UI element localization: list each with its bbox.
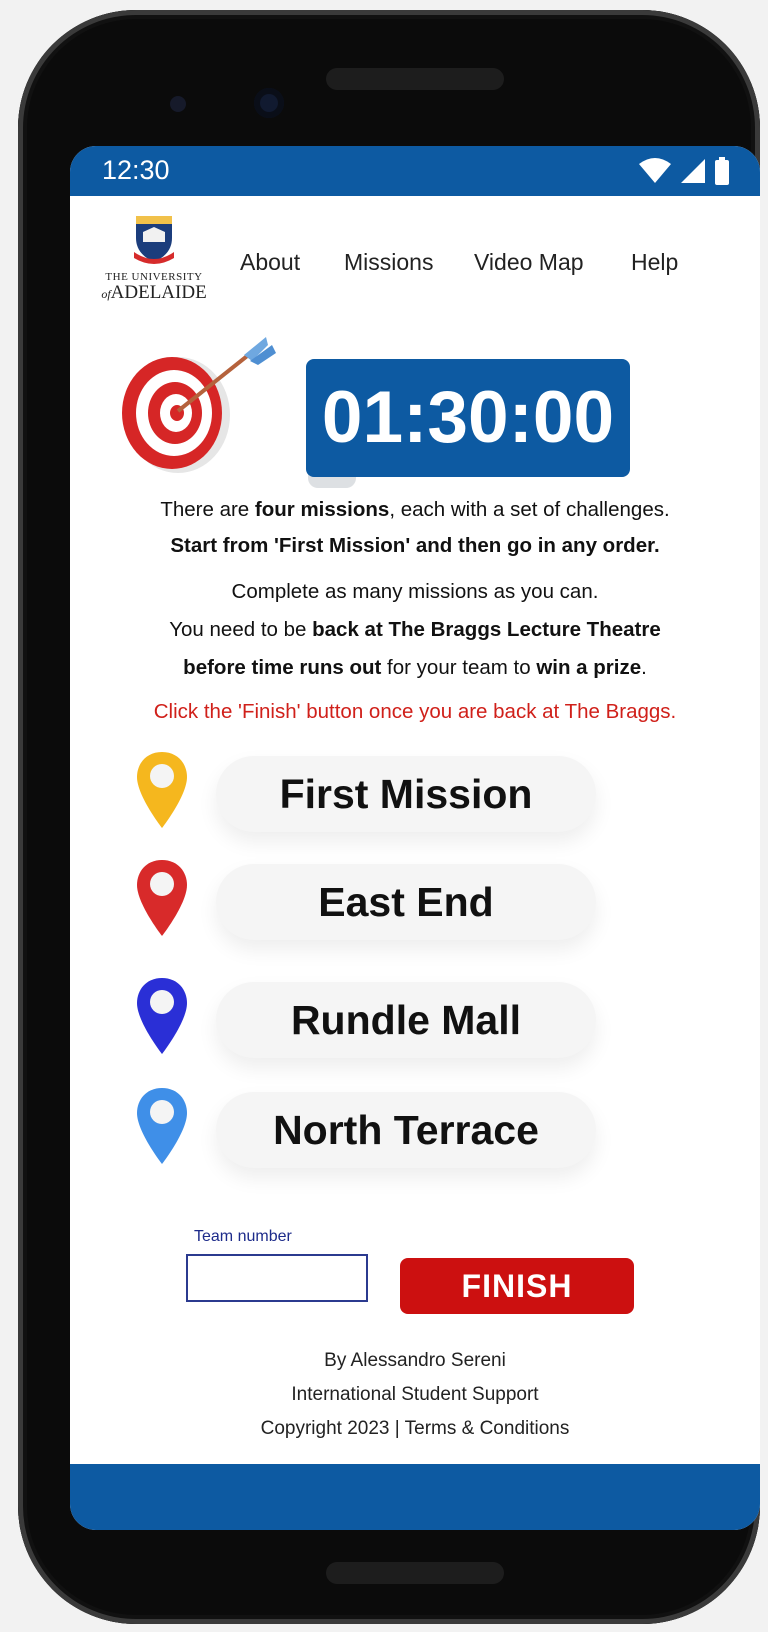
top-navigation: THE UNIVERSITY ofADELAIDE About Missions… xyxy=(70,196,760,316)
intro-emphasis: before time runs out xyxy=(183,656,382,679)
nav-missions[interactable]: Missions xyxy=(344,249,433,276)
mission-button-first-mission[interactable]: First Mission xyxy=(216,756,596,832)
logo-line2-text: ADELAIDE xyxy=(110,282,207,303)
footer-department: International Student Support xyxy=(291,1384,539,1405)
sensor xyxy=(170,96,186,112)
earpiece-speaker xyxy=(326,68,504,90)
mission-row-first-mission: First Mission xyxy=(70,750,760,840)
intro-line-4: You need to be back at The Braggs Lectur… xyxy=(70,618,760,642)
intro-text: . xyxy=(641,656,647,679)
status-time: 12:30 xyxy=(102,155,170,185)
intro-emphasis: win a prize xyxy=(536,656,642,679)
map-pin-icon xyxy=(137,752,187,828)
map-pin-icon xyxy=(137,860,187,936)
intro-line-3: Complete as many missions as you can. xyxy=(231,580,599,603)
intro-text: You need to be xyxy=(169,618,313,641)
map-pin-icon xyxy=(137,1088,187,1164)
bottom-speaker xyxy=(326,1562,504,1584)
mission-row-north-terrace: North Terrace xyxy=(70,1086,760,1176)
logo-line2-prefix: of xyxy=(101,287,111,301)
university-logo[interactable]: THE UNIVERSITY ofADELAIDE xyxy=(94,214,214,306)
nav-help[interactable]: Help xyxy=(631,249,678,276)
status-bar: 12:30 xyxy=(70,146,760,196)
nav-video-map[interactable]: Video Map xyxy=(474,249,584,276)
intro-text: for your team to xyxy=(381,656,537,679)
mission-button-rundle-mall[interactable]: Rundle Mall xyxy=(216,982,596,1058)
mission-row-rundle-mall: Rundle Mall xyxy=(70,976,760,1066)
countdown-timer: 01:30:00 xyxy=(306,359,630,477)
team-number-input[interactable] xyxy=(186,1254,368,1302)
intro-text: , each with a set of challenges. xyxy=(389,498,670,521)
intro-line-1: There are four missions, each with a set… xyxy=(70,498,760,522)
bottom-bar xyxy=(70,1464,760,1530)
mission-button-north-terrace[interactable]: North Terrace xyxy=(216,1092,596,1168)
phone-frame: 12:30 THE UNIVERSITY ofADELAIDE About Mi… xyxy=(18,10,760,1624)
signal-icon xyxy=(681,159,705,183)
team-number-label: Team number xyxy=(194,1228,292,1245)
intro-line-2: Start from 'First Mission' and then go i… xyxy=(170,534,660,557)
nav-about[interactable]: About xyxy=(240,249,300,276)
intro-text: There are xyxy=(160,498,255,521)
mission-row-east-end: East End xyxy=(70,858,760,948)
target-icon xyxy=(122,337,276,473)
finish-notice: Click the 'Finish' button once you are b… xyxy=(153,700,677,723)
front-camera xyxy=(254,88,284,118)
intro-line-5: before time runs out for your team to wi… xyxy=(70,656,760,680)
mission-button-east-end[interactable]: East End xyxy=(216,864,596,940)
footer-copyright[interactable]: Copyright 2023 | Terms & Conditions xyxy=(70,1418,760,1440)
footer-author: By Alessandro Sereni xyxy=(324,1350,506,1371)
screen: 12:30 THE UNIVERSITY ofADELAIDE About Mi… xyxy=(70,146,760,1530)
intro-emphasis: four missions xyxy=(254,498,390,521)
wifi-icon xyxy=(639,158,671,183)
battery-icon xyxy=(715,157,729,185)
intro-emphasis: back at The Braggs Lecture Theatre xyxy=(312,618,661,641)
map-pin-icon xyxy=(137,978,187,1054)
logo-line2: ofADELAIDE xyxy=(94,282,214,304)
system-icons xyxy=(638,157,730,185)
finish-button[interactable]: FINISH xyxy=(400,1258,634,1314)
crest-icon xyxy=(134,216,174,264)
